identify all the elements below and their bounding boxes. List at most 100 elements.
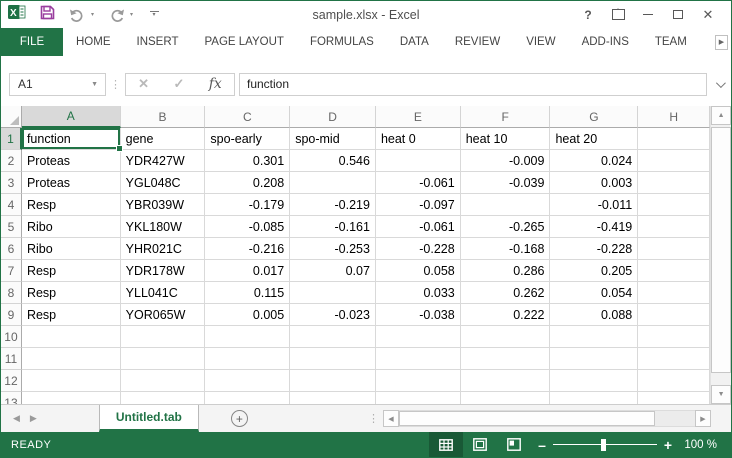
cell-E4[interactable]: -0.097 bbox=[376, 194, 461, 216]
ribbon-tab-file[interactable]: FILE bbox=[1, 28, 63, 56]
scroll-right-icon[interactable]: ▶ bbox=[695, 410, 711, 427]
row-header-11[interactable]: 11 bbox=[1, 348, 22, 370]
name-box[interactable]: A1 ▼ bbox=[9, 73, 106, 96]
cell-C1[interactable]: spo-early bbox=[205, 128, 290, 150]
cell-F11[interactable] bbox=[461, 348, 551, 370]
cell-C13[interactable] bbox=[205, 392, 290, 404]
cell-E2[interactable] bbox=[376, 150, 461, 172]
column-header-B[interactable]: B bbox=[121, 106, 206, 128]
scroll-left-icon[interactable]: ◀ bbox=[383, 410, 399, 427]
cell-A11[interactable] bbox=[22, 348, 121, 370]
cell-D10[interactable] bbox=[290, 326, 376, 348]
cell-E8[interactable]: 0.033 bbox=[376, 282, 461, 304]
cell-A2[interactable]: Proteas bbox=[22, 150, 121, 172]
cell-D1[interactable]: spo-mid bbox=[290, 128, 376, 150]
row-header-9[interactable]: 9 bbox=[1, 304, 22, 326]
zoom-slider[interactable] bbox=[553, 438, 657, 452]
cell-G2[interactable]: 0.024 bbox=[550, 150, 638, 172]
help-icon[interactable]: ? bbox=[573, 3, 603, 27]
cell-H2[interactable] bbox=[638, 150, 710, 172]
cell-A7[interactable]: Resp bbox=[22, 260, 121, 282]
row-header-6[interactable]: 6 bbox=[1, 238, 22, 260]
sheet-nav-right-icon[interactable]: ▶ bbox=[30, 413, 37, 424]
cell-G12[interactable] bbox=[550, 370, 638, 392]
cancel-icon[interactable]: ✕ bbox=[138, 76, 149, 92]
cell-B6[interactable]: YHR021C bbox=[121, 238, 206, 260]
cell-A12[interactable] bbox=[22, 370, 121, 392]
cell-E3[interactable]: -0.061 bbox=[376, 172, 461, 194]
vertical-scrollbar-thumb[interactable] bbox=[711, 127, 731, 373]
maximize-icon[interactable] bbox=[663, 3, 693, 27]
ribbon-tab-review[interactable]: REVIEW bbox=[442, 28, 513, 56]
select-all-corner[interactable] bbox=[1, 106, 22, 128]
cell-B12[interactable] bbox=[121, 370, 206, 392]
cell-D12[interactable] bbox=[290, 370, 376, 392]
column-header-H[interactable]: H bbox=[638, 106, 710, 128]
cell-H13[interactable] bbox=[638, 392, 710, 404]
ribbon-tab-add-ins[interactable]: ADD-INS bbox=[569, 28, 642, 56]
cell-H4[interactable] bbox=[638, 194, 710, 216]
cell-B2[interactable]: YDR427W bbox=[121, 150, 206, 172]
cell-C10[interactable] bbox=[205, 326, 290, 348]
redo-icon[interactable] bbox=[108, 8, 125, 22]
column-header-C[interactable]: C bbox=[205, 106, 290, 128]
row-header-8[interactable]: 8 bbox=[1, 282, 22, 304]
column-header-F[interactable]: F bbox=[461, 106, 551, 128]
cell-G8[interactable]: 0.054 bbox=[550, 282, 638, 304]
cell-H12[interactable] bbox=[638, 370, 710, 392]
undo-icon[interactable] bbox=[69, 8, 86, 22]
row-header-3[interactable]: 3 bbox=[1, 172, 22, 194]
cell-F6[interactable]: -0.168 bbox=[461, 238, 551, 260]
page-break-view-icon[interactable] bbox=[497, 432, 531, 457]
zoom-slider-thumb[interactable] bbox=[601, 439, 606, 451]
cell-E12[interactable] bbox=[376, 370, 461, 392]
cell-D4[interactable]: -0.219 bbox=[290, 194, 376, 216]
cell-D3[interactable] bbox=[290, 172, 376, 194]
minimize-icon[interactable] bbox=[633, 3, 663, 27]
zoom-level[interactable]: 100 % bbox=[679, 439, 731, 451]
cell-E10[interactable] bbox=[376, 326, 461, 348]
horizontal-scrollbar[interactable]: ◀ ▶ bbox=[383, 410, 711, 427]
zoom-in-icon[interactable]: + bbox=[657, 437, 679, 453]
cell-B7[interactable]: YDR178W bbox=[121, 260, 206, 282]
cell-F13[interactable] bbox=[461, 392, 551, 404]
scroll-up-icon[interactable]: ▲ bbox=[711, 106, 731, 125]
cell-G1[interactable]: heat 20 bbox=[550, 128, 638, 150]
cell-G4[interactable]: -0.011 bbox=[550, 194, 638, 216]
ribbon-display-options-icon[interactable]: ˆ bbox=[603, 3, 633, 27]
cell-C2[interactable]: 0.301 bbox=[205, 150, 290, 172]
cell-G3[interactable]: 0.003 bbox=[550, 172, 638, 194]
cell-E7[interactable]: 0.058 bbox=[376, 260, 461, 282]
sheet-tab-untitled[interactable]: Untitled.tab bbox=[99, 405, 199, 432]
cell-A5[interactable]: Ribo bbox=[22, 216, 121, 238]
customize-quick-access-toolbar-icon[interactable]: ▾ bbox=[147, 11, 161, 18]
cell-G9[interactable]: 0.088 bbox=[550, 304, 638, 326]
cell-B3[interactable]: YGL048C bbox=[121, 172, 206, 194]
cell-A3[interactable]: Proteas bbox=[22, 172, 121, 194]
cell-A10[interactable] bbox=[22, 326, 121, 348]
vertical-scrollbar[interactable]: ▲ ▼ bbox=[710, 106, 731, 404]
horizontal-scrollbar-track[interactable] bbox=[399, 410, 695, 427]
cell-G10[interactable] bbox=[550, 326, 638, 348]
cell-F3[interactable]: -0.039 bbox=[461, 172, 551, 194]
row-header-4[interactable]: 4 bbox=[1, 194, 22, 216]
formula-input[interactable]: function bbox=[239, 73, 707, 96]
undo-dropdown-icon[interactable]: ▾ bbox=[91, 11, 94, 18]
cell-H7[interactable] bbox=[638, 260, 710, 282]
cell-B4[interactable]: YBR039W bbox=[121, 194, 206, 216]
cell-C9[interactable]: 0.005 bbox=[205, 304, 290, 326]
cell-B11[interactable] bbox=[121, 348, 206, 370]
column-header-D[interactable]: D bbox=[290, 106, 376, 128]
cell-F5[interactable]: -0.265 bbox=[461, 216, 551, 238]
row-header-10[interactable]: 10 bbox=[1, 326, 22, 348]
row-header-5[interactable]: 5 bbox=[1, 216, 22, 238]
cell-B10[interactable] bbox=[121, 326, 206, 348]
row-header-7[interactable]: 7 bbox=[1, 260, 22, 282]
cell-D13[interactable] bbox=[290, 392, 376, 404]
cell-G5[interactable]: -0.419 bbox=[550, 216, 638, 238]
scroll-down-icon[interactable]: ▼ bbox=[711, 385, 731, 404]
expand-formula-bar-icon[interactable] bbox=[707, 81, 731, 88]
row-header-13[interactable]: 13 bbox=[1, 392, 22, 404]
cell-A8[interactable]: Resp bbox=[22, 282, 121, 304]
cell-H10[interactable] bbox=[638, 326, 710, 348]
